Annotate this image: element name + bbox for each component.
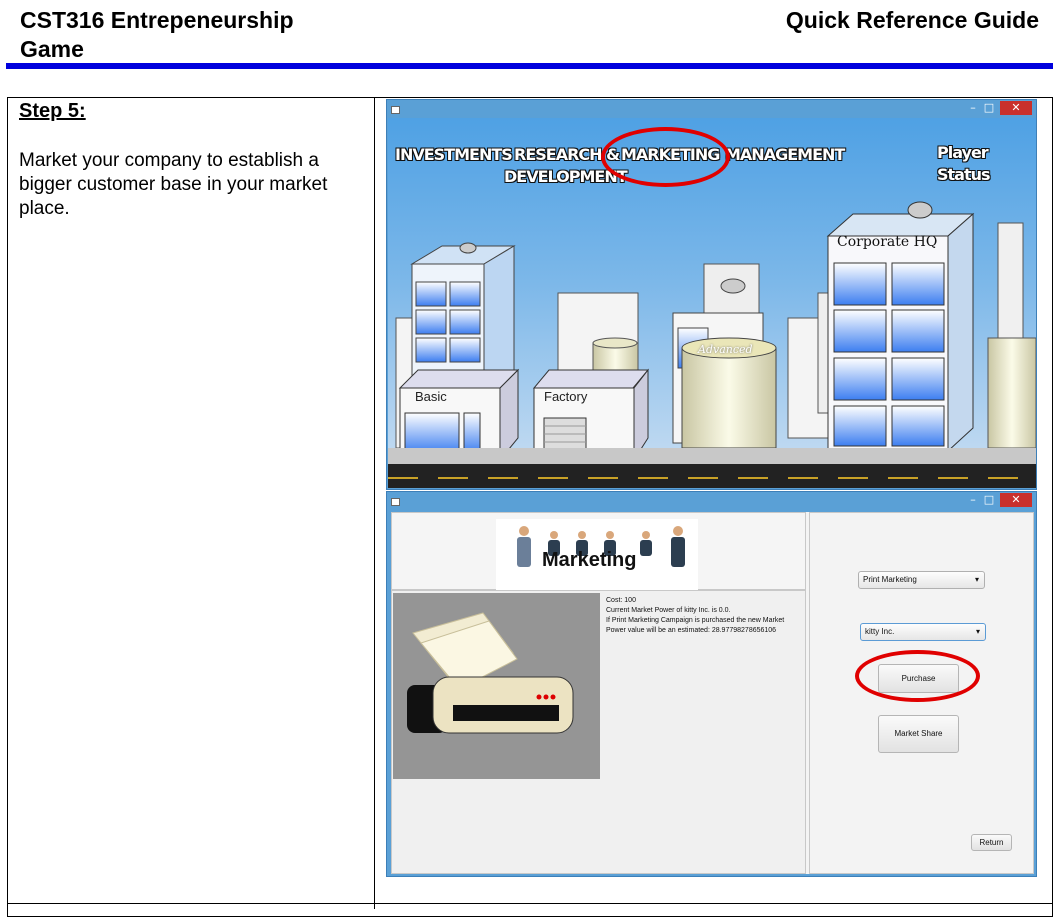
marketing-banner-title: Marketing (542, 549, 637, 571)
maximize-icon[interactable]: □ (982, 102, 996, 114)
menu-research[interactable]: RESEARCH & (514, 144, 620, 166)
table-bottom-border (7, 903, 1053, 904)
market-share-button[interactable]: Market Share (878, 715, 959, 753)
campaign-info: Cost: 100 Current Market Power of kitty … (606, 596, 806, 636)
marketing-window: – □ ✕ Marketing Cost: 100 Current Market… (386, 491, 1037, 877)
controls-panel (809, 512, 1034, 874)
chevron-down-icon: ▾ (975, 627, 980, 636)
table-divider (374, 97, 375, 909)
titlebar: – □ ✕ (387, 100, 1036, 118)
return-button[interactable]: Return (971, 834, 1012, 851)
step-description: Market your company to establish a bigge… (19, 150, 328, 219)
printer-icon (393, 593, 600, 779)
close-icon[interactable]: ✕ (1000, 101, 1032, 115)
campaign-select[interactable]: Print Marketing ▾ (858, 571, 985, 589)
menu-investments[interactable]: INVESTMENTS (395, 144, 513, 166)
advanced-building-label: Advanced (698, 343, 753, 356)
info-cost: Cost: 100 (606, 597, 636, 604)
city-scene: INVESTMENTS RESEARCH & DEVELOPMENT MARKE… (388, 118, 1036, 488)
document-title: CST316 Entrepeneurship Game (20, 7, 294, 62)
menu-development[interactable]: DEVELOPMENT (504, 166, 628, 188)
company-select-value: kitty Inc. (865, 627, 895, 636)
maximize-icon[interactable]: □ (982, 494, 996, 506)
printer-image (393, 593, 600, 779)
close-icon[interactable]: ✕ (1000, 493, 1032, 507)
app-icon (391, 106, 400, 114)
menu-marketing[interactable]: MARKETING (621, 144, 720, 166)
factory-building-label: Factory (544, 389, 588, 404)
basic-building-label: Basic (415, 389, 447, 404)
minimize-icon[interactable]: – (966, 102, 980, 114)
game-window: – □ ✕ INVESTMENTS RESEARCH & DEVELOPMENT… (386, 99, 1037, 490)
info-current-power: Current Market Power of kitty Inc. is 0.… (606, 607, 731, 614)
campaign-select-value: Print Marketing (863, 575, 917, 584)
titlebar: – □ ✕ (387, 492, 1036, 510)
menu-management[interactable]: MANAGEMENT (725, 144, 845, 166)
menu-player-status[interactable]: Player Status (937, 142, 1036, 186)
info-if-purchased: If Print Marketing Campaign is purchased… (606, 617, 785, 624)
hq-building-label: Corporate HQ (837, 234, 938, 250)
app-icon (391, 498, 400, 506)
company-select[interactable]: kitty Inc. ▾ (860, 623, 986, 641)
info-estimate: Power value will be an estimated: 28.977… (606, 627, 777, 634)
chevron-down-icon: ▾ (974, 575, 979, 584)
guide-title: Quick Reference Guide (785, 7, 1039, 33)
minimize-icon[interactable]: – (966, 494, 980, 506)
header-rule (6, 63, 1053, 69)
step-heading: Step 5: (19, 100, 86, 122)
purchase-button[interactable]: Purchase (878, 664, 959, 693)
